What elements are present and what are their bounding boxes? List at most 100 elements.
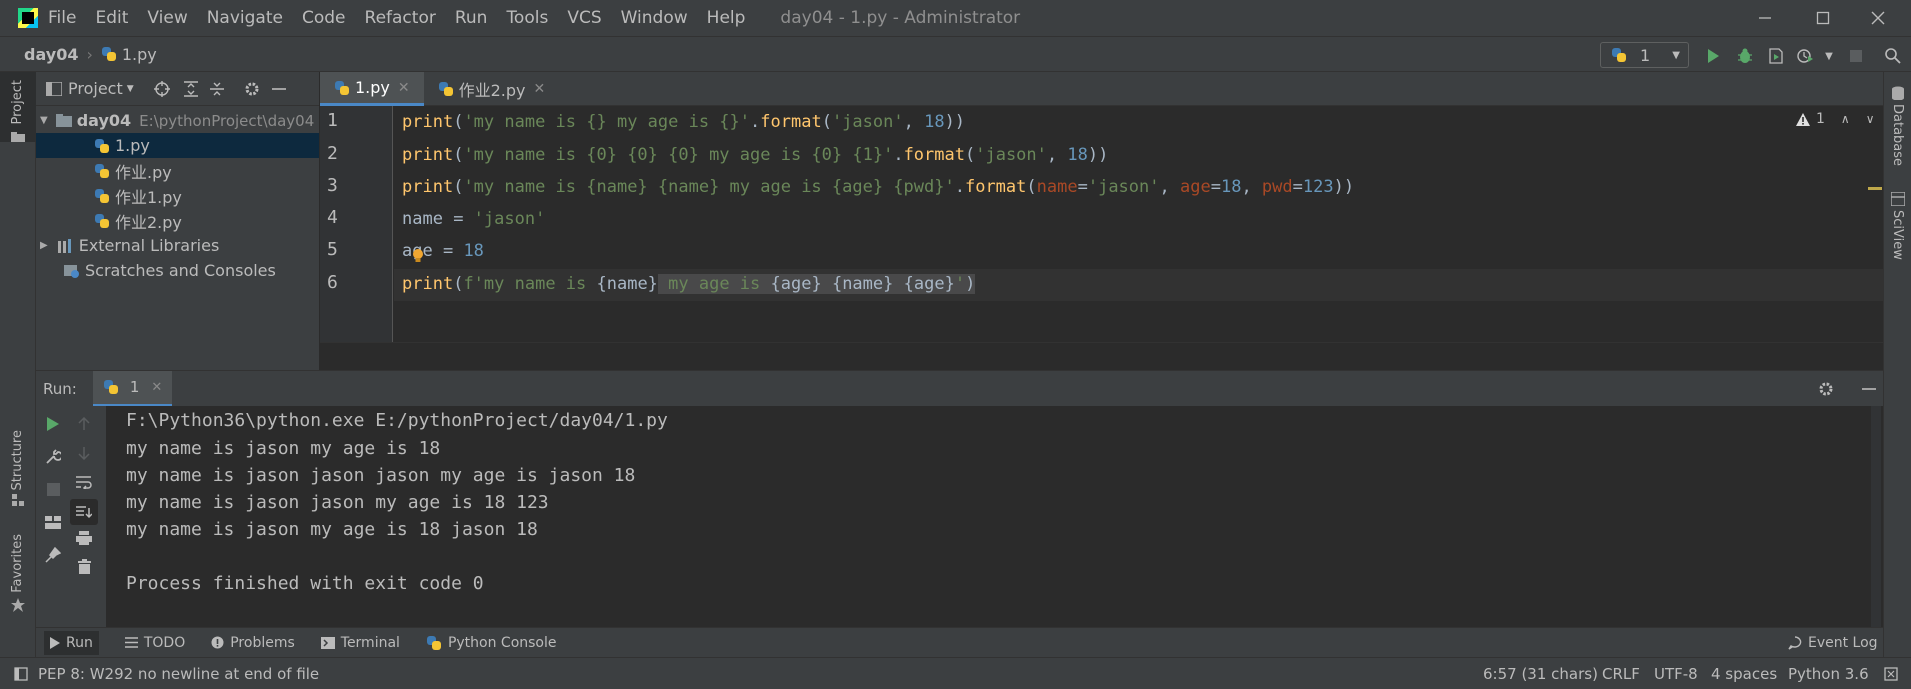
hide-panel-icon[interactable] [271,82,286,96]
hide-panel-icon[interactable] [1862,382,1876,396]
project-view-title[interactable]: Project [68,79,123,98]
pycharm-logo-icon [18,8,38,28]
menu-refactor[interactable]: Refactor [365,8,436,28]
menu-help[interactable]: Help [707,8,746,28]
gear-icon[interactable] [244,81,260,97]
scroll-up-icon[interactable] [73,413,95,435]
status-line-separator[interactable]: CRLF [1602,665,1640,683]
tool-tab-terminal[interactable]: Terminal [320,635,400,651]
stop-icon[interactable] [42,478,64,500]
wrench-icon[interactable] [42,446,64,468]
menu-code[interactable]: Code [302,8,346,28]
tool-tab-run[interactable]: Run [44,630,99,655]
tree-file-item[interactable]: 作业2.py [36,208,319,233]
project-view-icon [46,81,62,96]
expand-all-icon[interactable] [183,80,198,97]
tree-file-item[interactable]: 作业1.py [36,183,319,208]
scratches-label: Scratches and Consoles [85,261,276,280]
structure-tool-label[interactable]: Structure [10,430,25,490]
console-scrollbar[interactable] [1871,406,1881,627]
lightbulb-icon[interactable] [412,249,424,263]
inspection-widget[interactable]: 1 ∧ ∨ [1796,111,1875,127]
tree-scratches[interactable]: Scratches and Consoles [36,258,319,283]
menu-navigate[interactable]: Navigate [207,8,283,28]
chevron-right-icon[interactable]: ▶ [40,240,48,251]
status-caret-position[interactable]: 6:57 (31 chars) [1483,665,1598,683]
memory-indicator-icon[interactable] [1884,667,1898,681]
pin-icon[interactable] [42,544,64,566]
menu-window[interactable]: Window [621,8,688,28]
menu-run[interactable]: Run [455,8,488,28]
tool-tab-python-console[interactable]: Python Console [426,635,557,651]
editor-tab-label: 作业2.py [458,81,526,100]
scroll-down-icon[interactable] [73,442,95,464]
error-stripe-marker[interactable] [1868,187,1882,190]
more-run-options-icon[interactable]: ▼ [1818,45,1840,67]
toggle-tool-windows-icon[interactable] [14,666,28,681]
tool-tab-problems[interactable]: Problems [211,635,295,651]
close-icon[interactable]: ✕ [398,80,410,96]
menu-view[interactable]: View [147,8,187,28]
tool-tab-todo[interactable]: TODO [124,635,185,651]
close-icon[interactable]: ✕ [151,380,162,395]
search-everywhere-icon[interactable] [1882,45,1904,67]
chevron-down-icon[interactable]: ▼ [127,84,134,94]
project-tool-button[interactable]: Project [0,72,36,142]
layout-icon[interactable] [42,511,64,533]
editor-tab-1py[interactable]: 1.py ✕ [320,72,424,106]
chevron-down-icon[interactable]: ▼ [40,115,48,126]
maximize-icon[interactable] [1811,6,1835,30]
previous-highlight-icon[interactable]: ∧ [1841,112,1850,126]
stop-icon[interactable] [1845,45,1867,67]
minimize-icon[interactable] [1753,6,1777,30]
code-token: 'jason' [1087,177,1160,197]
scratches-icon [64,264,79,278]
locate-file-icon[interactable] [153,80,170,97]
tree-external-libraries[interactable]: ▶ External Libraries [36,233,319,258]
breadcrumb-file[interactable]: 1.py [122,45,157,64]
event-log-button[interactable]: Event Log [1788,635,1878,651]
close-icon[interactable]: ✕ [534,81,546,97]
console-line: F:\Python36\python.exe E:/pythonProject/… [126,410,668,431]
profile-icon[interactable] [1794,45,1816,67]
close-window-icon[interactable] [1866,6,1890,30]
print-icon[interactable] [73,527,95,549]
tree-file-item[interactable]: 1.py [36,133,319,158]
run-icon [50,636,60,649]
status-indent[interactable]: 4 spaces [1711,665,1777,683]
status-encoding[interactable]: UTF-8 [1654,665,1698,683]
next-highlight-icon[interactable]: ∨ [1866,112,1875,126]
tree-root-folder[interactable]: ▼ day04 E:\pythonProject\day04 [36,108,319,133]
code-editor[interactable]: 1 2 3 4 5 6 print('my name is {} my age … [320,106,1883,370]
menu-file[interactable]: File [48,8,76,28]
collapse-all-icon[interactable] [209,81,224,97]
python-file-icon [94,213,110,229]
run-configuration-select[interactable]: 1 ▼ [1600,42,1689,68]
menu-tools[interactable]: Tools [506,8,548,28]
code-token: {name} [596,274,658,294]
database-tool-label[interactable]: Database [1890,104,1905,166]
rerun-icon[interactable] [42,413,64,435]
console-output[interactable]: F:\Python36\python.exe E:/pythonProject/… [106,406,1883,627]
run-with-coverage-icon[interactable] [1765,45,1787,67]
run-tab[interactable]: 1 ✕ [92,370,173,407]
tool-window-tabs: Run TODO Problems Terminal Python Consol… [36,627,1883,657]
menu-vcs[interactable]: VCS [567,8,601,28]
sciview-tool-label[interactable]: SciView [1890,210,1905,260]
code-token: {name} [831,274,894,294]
gear-icon[interactable] [1818,381,1834,397]
status-interpreter[interactable]: Python 3.6 [1788,665,1869,683]
status-message[interactable]: PEP 8: W292 no newline at end of file [38,665,319,683]
editor-tab-zuoye2[interactable]: 作业2.py ✕ [424,72,560,106]
code-token: {age} [770,274,822,294]
delete-icon[interactable] [73,555,95,577]
breadcrumb-project[interactable]: day04 [24,45,78,64]
scroll-to-end-icon[interactable] [70,499,98,525]
soft-wrap-icon[interactable] [73,471,95,493]
favorites-tool-label[interactable]: Favorites [10,534,25,593]
tree-file-item[interactable]: 作业.py [36,158,319,183]
menu-edit[interactable]: Edit [95,8,128,28]
sciview-icon [1891,192,1905,206]
debug-icon[interactable] [1734,45,1756,67]
run-icon[interactable] [1702,45,1724,67]
